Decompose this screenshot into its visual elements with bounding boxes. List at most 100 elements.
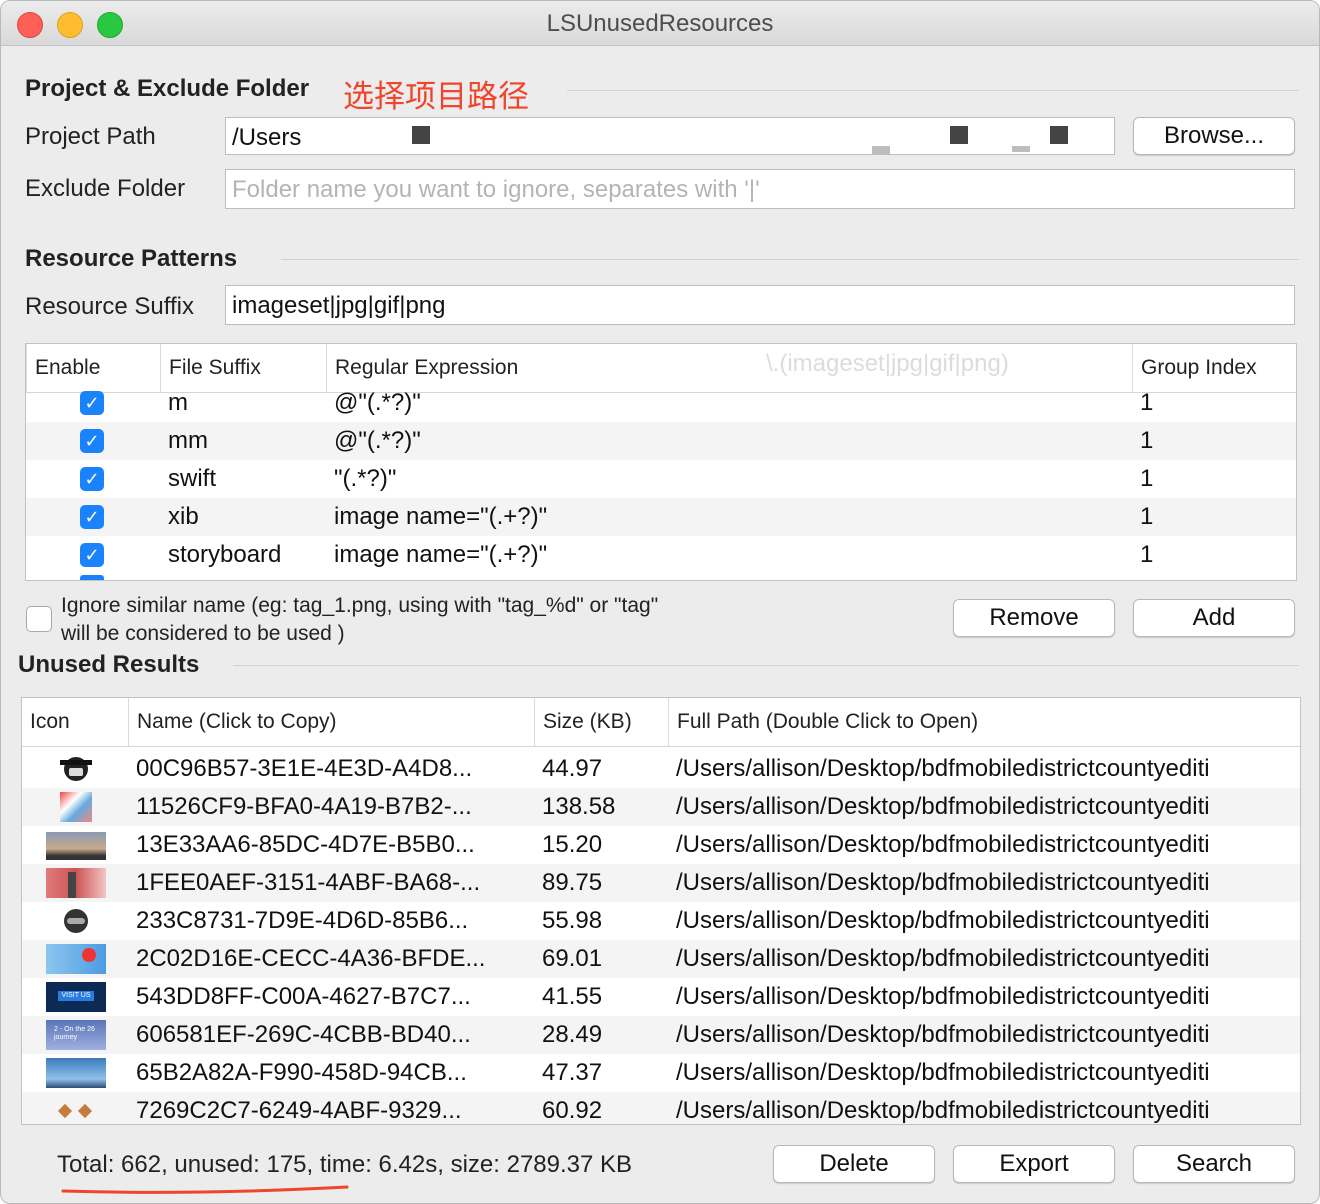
name-cell[interactable]: 1FEE0AEF-3151-4ABF-BA68-... <box>136 864 526 902</box>
result-row[interactable]: 1FEE0AEF-3151-4ABF-BA68-... 89.75/Users/a… <box>22 864 1300 902</box>
name-cell[interactable]: 233C8731-7D9E-4D6D-85B6... <box>136 902 526 940</box>
resource-suffix-input[interactable]: imageset|jpg|gif|png <box>225 285 1295 325</box>
browse-button[interactable]: Browse... <box>1133 117 1295 155</box>
result-row[interactable]: 65B2A82A-F990-458D-94CB... 47.37/Users/al… <box>22 1054 1300 1092</box>
divider <box>233 665 1299 666</box>
add-button[interactable]: Add <box>1133 599 1295 637</box>
enable-checkbox[interactable]: ✓ <box>80 505 104 529</box>
name-cell[interactable]: 606581EF-269C-4CBB-BD40... <box>136 1016 526 1054</box>
exclude-folder-input[interactable]: Folder name you want to ignore, separate… <box>225 169 1295 209</box>
window-title: LSUnusedResources <box>546 10 774 37</box>
file-suffix-cell[interactable]: storyboard <box>168 536 281 574</box>
full-path-cell[interactable]: /Users/allison/Desktop/bdfmobiledistrict… <box>676 788 1300 826</box>
result-row[interactable]: 2 - On the 26 journey 606581EF-269C-4CBB-… <box>22 1016 1300 1054</box>
enable-checkbox[interactable]: ✓ <box>80 543 104 567</box>
name-cell[interactable]: 543DD8FF-C00A-4627-B7C7... <box>136 978 526 1016</box>
results-section-title: Unused Results <box>18 651 200 678</box>
tower-thumbnail-icon <box>46 868 106 898</box>
name-cell[interactable]: 11526CF9-BFA0-4A19-B7B2-... <box>136 788 526 826</box>
name-cell[interactable]: 7269C2C7-6249-4ABF-9329... <box>136 1092 526 1124</box>
enable-checkbox[interactable]: ✓ <box>80 429 104 453</box>
enable-checkbox[interactable]: ✓ <box>80 391 104 415</box>
ignore-similar-text: Ignore similar name (eg: tag_1.png, usin… <box>61 594 659 617</box>
full-path-cell[interactable]: /Users/allison/Desktop/bdfmobiledistrict… <box>676 940 1300 978</box>
hat-figure-icon <box>46 754 106 784</box>
col-icon[interactable]: Icon <box>22 698 128 746</box>
enable-checkbox[interactable] <box>80 575 104 580</box>
group-index-cell[interactable]: 1 <box>1140 536 1153 574</box>
full-path-cell[interactable]: /Users/allison/Desktop/bdfmobiledistrict… <box>676 864 1300 902</box>
size-cell: 69.01 <box>542 945 603 972</box>
ignore-similar-checkbox[interactable] <box>26 606 52 632</box>
result-row[interactable]: 13E33AA6-85DC-4D7E-B5B0... 15.20/Users/al… <box>22 826 1300 864</box>
sunset-thumbnail-icon <box>46 830 106 860</box>
search-button[interactable]: Search <box>1133 1145 1295 1183</box>
full-path-cell[interactable]: /Users/allison/Desktop/bdfmobiledistrict… <box>676 826 1300 864</box>
project-path-label: Project Path <box>25 123 156 150</box>
project-section-title: Project & Exclude Folder <box>25 75 310 102</box>
file-suffix-cell[interactable]: xib <box>168 498 199 536</box>
group-index-cell[interactable]: 1 <box>1140 422 1153 460</box>
flowers-thumbnail-icon <box>46 944 106 974</box>
journey-thumbnail-icon: 2 - On the 26 journey <box>46 1020 106 1050</box>
size-cell: 44.97 <box>542 755 603 782</box>
project-path-value: /Users <box>232 124 302 151</box>
regex-cell[interactable]: image name="(.+?)" <box>334 498 547 536</box>
redaction-mark <box>412 126 430 144</box>
size-cell: 138.58 <box>542 793 616 820</box>
name-cell[interactable]: 2C02D16E-CECC-4A36-BFDE... <box>136 940 526 978</box>
ignore-similar-text-2: will be considered to be used ) <box>61 622 345 645</box>
name-cell[interactable]: 00C96B57-3E1E-4E3D-A4D8... <box>136 750 526 788</box>
full-path-cell[interactable]: /Users/allison/Desktop/bdfmobiledistrict… <box>676 750 1300 788</box>
size-cell: 55.98 <box>542 907 603 934</box>
col-full-path[interactable]: Full Path (Double Click to Open) <box>668 698 1300 746</box>
pattern-row[interactable]: ✓ m @"(.*?)" 1 <box>26 384 1296 422</box>
full-path-cell[interactable]: /Users/allison/Desktop/bdfmobiledistrict… <box>676 1016 1300 1054</box>
col-name[interactable]: Name (Click to Copy) <box>128 698 534 746</box>
result-row[interactable]: 00C96B57-3E1E-4E3D-A4D8... 44.97/Users/al… <box>22 750 1300 788</box>
visit-us-thumbnail-icon: VISIT US <box>46 982 106 1012</box>
status-summary: Total: 662, unused: 175, time: 6.42s, si… <box>57 1151 633 1178</box>
group-index-cell[interactable]: 1 <box>1140 384 1153 422</box>
thumb-visit-text: VISIT US <box>58 991 94 1001</box>
file-suffix-cell[interactable]: swift <box>168 460 216 498</box>
name-cell[interactable]: 13E33AA6-85DC-4D7E-B5B0... <box>136 826 526 864</box>
enable-checkbox[interactable]: ✓ <box>80 467 104 491</box>
delete-button[interactable]: Delete <box>773 1145 935 1183</box>
result-row[interactable]: VISIT US 543DD8FF-C00A-4627-B7C7... 41.55 /… <box>22 978 1300 1016</box>
regex-cell[interactable]: @"(.*?)" <box>334 384 421 422</box>
full-path-cell[interactable]: /Users/allison/Desktop/bdfmobiledistrict… <box>676 1092 1300 1124</box>
pattern-row[interactable]: ✓ storyboard image name="(.+?)" 1 <box>26 536 1296 574</box>
result-row[interactable]: 2C02D16E-CECC-4A36-BFDE... 69.01/Users/al… <box>22 940 1300 978</box>
divider <box>567 90 1299 91</box>
result-row[interactable]: 233C8731-7D9E-4D6D-85B6... 55.98/Users/al… <box>22 902 1300 940</box>
remove-button[interactable]: Remove <box>953 599 1115 637</box>
col-size[interactable]: Size (KB) <box>534 698 668 746</box>
divider <box>281 259 1299 260</box>
regex-cell[interactable]: image name="(.+?)" <box>334 536 547 574</box>
pattern-row[interactable]: ✓ swift "(.*?)" 1 <box>26 460 1296 498</box>
result-row[interactable]: 7269C2C7-6249-4ABF-9329... 60.92/Users/al… <box>22 1092 1300 1124</box>
size-cell: 47.37 <box>542 1059 603 1086</box>
full-path-cell[interactable]: /Users/allison/Desktop/bdfmobiledistrict… <box>676 902 1300 940</box>
size-cell: 28.49 <box>542 1021 603 1048</box>
file-suffix-cell[interactable]: mm <box>168 422 208 460</box>
full-path-cell[interactable]: /Users/allison/Desktop/bdfmobiledistrict… <box>676 1054 1300 1092</box>
pattern-row[interactable]: ✓ xib image name="(.+?)" 1 <box>26 498 1296 536</box>
red-underline-annotation <box>61 1185 349 1194</box>
pattern-row[interactable]: ✓ mm @"(.*?)" 1 <box>26 422 1296 460</box>
size-cell: 89.75 <box>542 869 603 896</box>
project-path-input[interactable]: /Users <box>225 117 1115 155</box>
file-suffix-cell[interactable]: m <box>168 384 188 422</box>
group-index-cell[interactable]: 1 <box>1140 498 1153 536</box>
name-cell[interactable]: 65B2A82A-F990-458D-94CB... <box>136 1054 526 1092</box>
redaction-mark <box>950 126 968 144</box>
app-window: LSUnusedResources Project & Exclude Fold… <box>0 0 1320 1204</box>
result-row[interactable]: 11526CF9-BFA0-4A19-B7B2-... 138.58/Users/… <box>22 788 1300 826</box>
patterns-section-title: Resource Patterns <box>25 245 238 272</box>
full-path-cell[interactable]: /Users/allison/Desktop/bdfmobiledistrict… <box>676 978 1300 1016</box>
group-index-cell[interactable]: 1 <box>1140 460 1153 498</box>
regex-cell[interactable]: @"(.*?)" <box>334 422 421 460</box>
export-button[interactable]: Export <box>953 1145 1115 1183</box>
regex-cell[interactable]: "(.*?)" <box>334 460 396 498</box>
